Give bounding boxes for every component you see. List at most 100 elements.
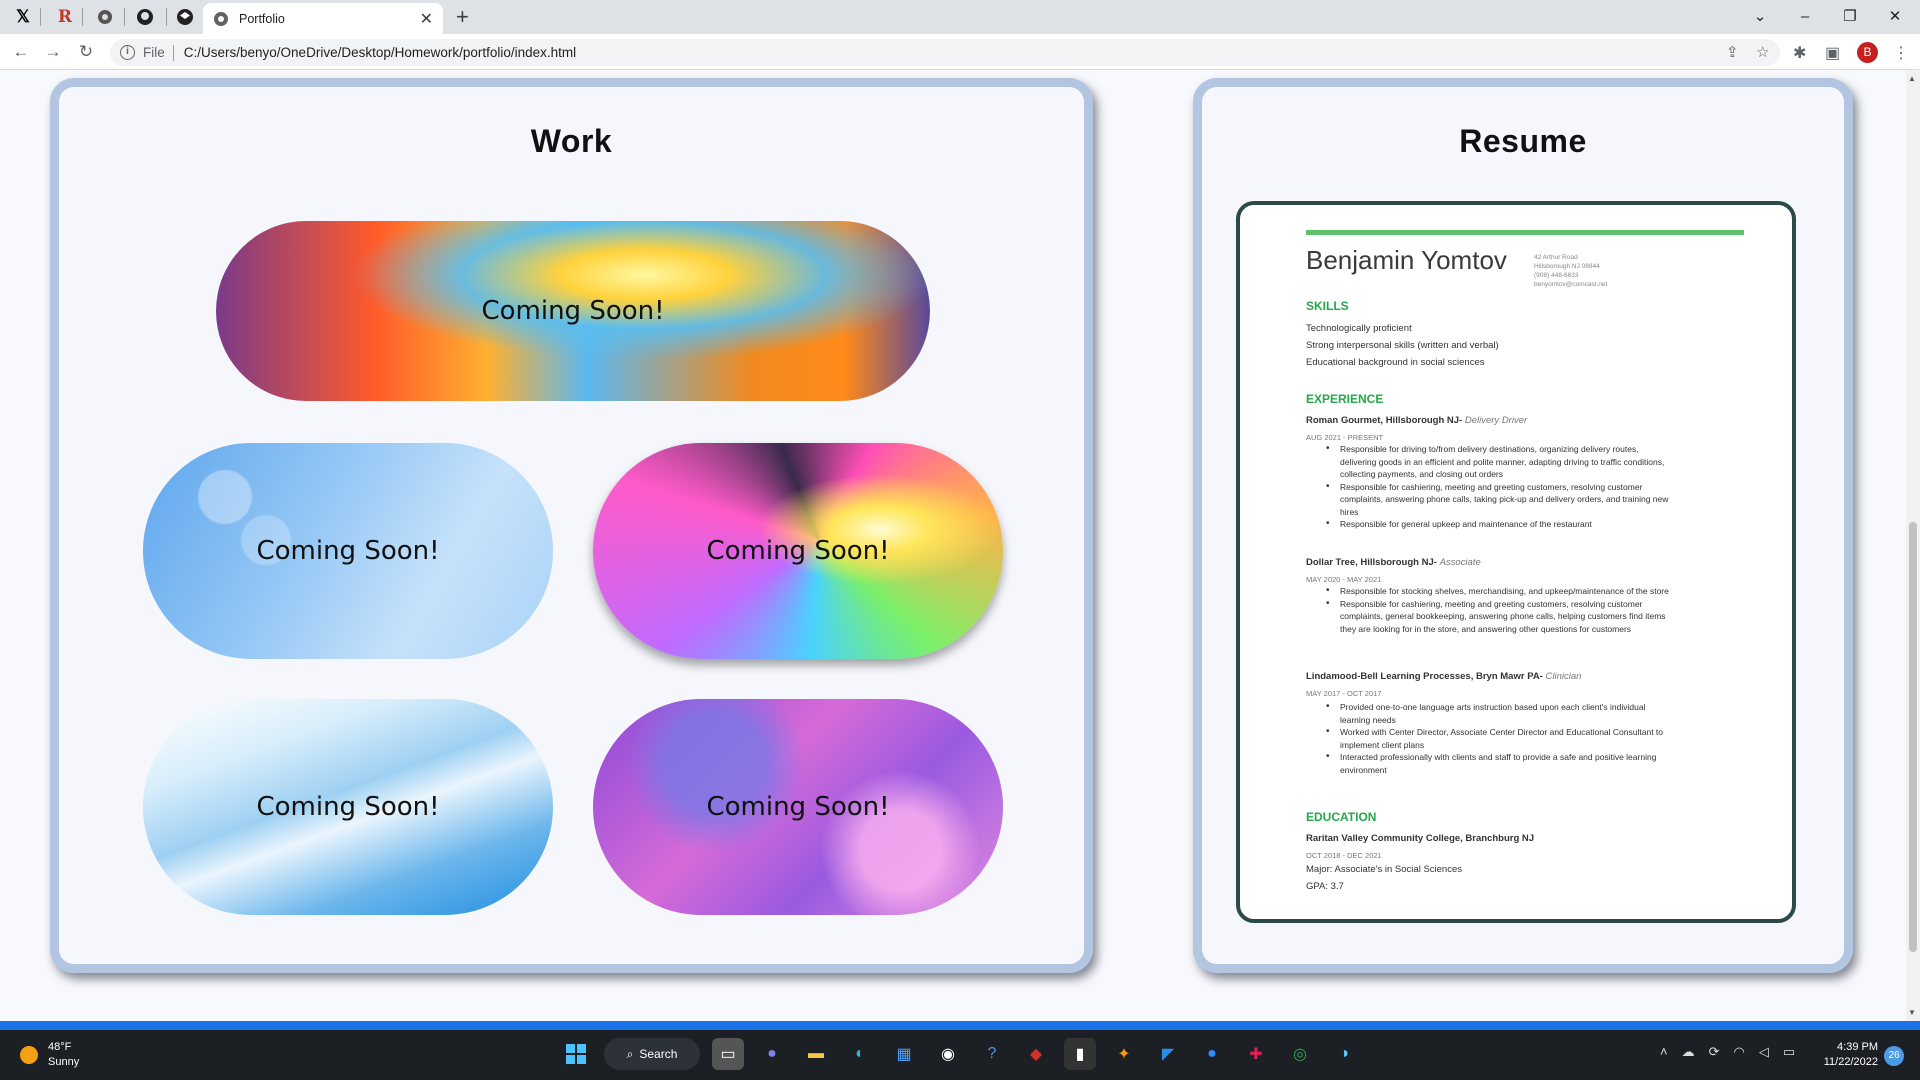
tab-separator: [40, 8, 41, 26]
job-role: Delivery Driver: [1464, 415, 1528, 426]
page-bottom-bar: [0, 1021, 1920, 1030]
project-label: Coming Soon!: [256, 792, 440, 822]
date: 11/22/2022: [1823, 1056, 1878, 1068]
project-label: Coming Soon!: [706, 536, 890, 566]
school-name: Raritan Valley Community College, Branch…: [1306, 833, 1535, 844]
tab-separator: [124, 8, 125, 26]
r-icon[interactable]: R: [48, 4, 82, 30]
minimize-button[interactable]: –: [1785, 4, 1825, 30]
wifi-icon[interactable]: ◠: [1734, 1044, 1745, 1060]
battery-icon[interactable]: ▭: [1783, 1044, 1795, 1060]
close-icon[interactable]: ✕: [420, 9, 433, 29]
vscode-icon[interactable]: ◤: [1152, 1038, 1184, 1070]
cloud-icon[interactable]: ☁: [1682, 1044, 1695, 1060]
list-item: Responsible for cashiering, meeting and …: [1326, 481, 1670, 519]
resume-panel: Resume Benjamin Yomtov 42 Arthur Road Hi…: [1193, 78, 1853, 973]
reload-button[interactable]: ↻: [75, 42, 97, 62]
mcafee-icon[interactable]: ◆: [1020, 1038, 1052, 1070]
new-tab-button[interactable]: +: [456, 4, 469, 30]
education-details: Major: Associate's in Social Sciences GP…: [1306, 861, 1462, 895]
project-card[interactable]: Coming Soon!: [593, 443, 1003, 659]
avatar[interactable]: B: [1857, 42, 1878, 63]
sync-icon[interactable]: ⟳: [1709, 1044, 1720, 1060]
x-icon[interactable]: 𝕏: [6, 4, 40, 30]
close-window-button[interactable]: ✕: [1875, 4, 1915, 30]
scroll-up-icon[interactable]: ▲: [1908, 74, 1916, 83]
job-role: Clinician: [1545, 671, 1582, 682]
skills-heading: SKILLS: [1306, 299, 1349, 313]
globe-icon: [214, 11, 228, 26]
time: 4:39 PM: [1837, 1041, 1878, 1053]
globe-icon[interactable]: [88, 4, 122, 30]
resume-document[interactable]: Benjamin Yomtov 42 Arthur Road Hillsboro…: [1236, 201, 1796, 923]
tab-search-button[interactable]: ⌄: [1740, 4, 1780, 30]
skill-item: Technologically proficient: [1306, 323, 1412, 334]
scroll-down-icon[interactable]: ▼: [1908, 1008, 1916, 1017]
info-icon[interactable]: i: [120, 45, 135, 60]
skills-list: Technologically proficient Strong interp…: [1306, 320, 1499, 371]
codepen-icon[interactable]: [168, 4, 202, 30]
job-title: Dollar Tree, Hillsborough NJ- Associate: [1306, 557, 1481, 568]
list-item: Provided one-to-one language arts instru…: [1326, 701, 1670, 726]
job-dates: MAY 2020 - MAY 2021: [1306, 575, 1382, 584]
work-title: Work: [530, 123, 613, 159]
header-rule: [1306, 230, 1744, 235]
contact-line: Hillsborough NJ 08844: [1534, 263, 1600, 270]
back-button[interactable]: ←: [10, 42, 32, 62]
github-icon[interactable]: [128, 4, 162, 30]
maximize-button[interactable]: ❐: [1830, 4, 1870, 30]
search-icon: ⌕: [626, 1046, 634, 1061]
project-card[interactable]: Coming Soon!: [593, 699, 1003, 915]
browser-icon[interactable]: ◑: [1328, 1038, 1360, 1070]
tab-separator: [166, 8, 167, 26]
menu-icon[interactable]: ⋮: [1893, 43, 1909, 63]
list-item: Worked with Center Director, Associate C…: [1326, 726, 1670, 751]
file-explorer-icon[interactable]: ▬: [800, 1038, 832, 1070]
project-card[interactable]: Coming Soon!: [143, 699, 553, 915]
tab-title: Portfolio: [239, 11, 285, 26]
chevron-up-icon[interactable]: ˄: [1660, 1044, 1668, 1060]
edge-icon[interactable]: ◐: [844, 1038, 876, 1070]
weather-condition: Sunny: [48, 1056, 80, 1068]
resume-title: Resume: [1459, 123, 1587, 159]
store-icon[interactable]: ▦: [888, 1038, 920, 1070]
project-card[interactable]: Coming Soon!: [143, 443, 553, 659]
zoom-icon[interactable]: ●: [1196, 1038, 1228, 1070]
job-bullets: Responsible for stocking shelves, mercha…: [1326, 585, 1670, 635]
notification-badge[interactable]: 26: [1884, 1046, 1904, 1066]
chrome-icon[interactable]: ◎: [1284, 1038, 1316, 1070]
teams-icon[interactable]: ●: [756, 1038, 788, 1070]
toolbar: ← → ↻ i File C:/Users/benyo/OneDrive/Des…: [0, 34, 1920, 70]
job-dates: MAY 2017 - OCT 2017: [1306, 689, 1382, 698]
major: Major: Associate's in Social Sciences: [1306, 864, 1462, 875]
list-item: Responsible for stocking shelves, mercha…: [1326, 585, 1670, 598]
slack-icon[interactable]: ✚: [1240, 1038, 1272, 1070]
github-desktop-icon[interactable]: ◉: [932, 1038, 964, 1070]
gpa: GPA: 3.7: [1306, 881, 1344, 892]
tab-portfolio[interactable]: Portfolio ✕: [203, 3, 443, 34]
terminal-icon[interactable]: ▮: [1064, 1038, 1096, 1070]
search-button[interactable]: ⌕ Search: [604, 1038, 700, 1070]
forward-button[interactable]: →: [42, 42, 64, 62]
star-icon[interactable]: ☆: [1756, 43, 1769, 61]
share-icon[interactable]: ⇪: [1726, 43, 1739, 61]
address-bar[interactable]: i File C:/Users/benyo/OneDrive/Desktop/H…: [110, 39, 1780, 66]
gitkraken-icon[interactable]: ✦: [1108, 1038, 1140, 1070]
project-card[interactable]: Coming Soon!: [216, 221, 930, 401]
help-icon[interactable]: ?: [976, 1038, 1008, 1070]
clock[interactable]: 4:39 PM 11/22/2022: [1812, 1040, 1878, 1070]
list-item: Responsible for general upkeep and maint…: [1326, 518, 1670, 531]
weather-widget[interactable]: 48°F Sunny: [20, 1040, 79, 1070]
volume-icon[interactable]: ◁: [1759, 1044, 1769, 1060]
extensions-icon[interactable]: ✱: [1793, 43, 1806, 63]
start-icon[interactable]: [560, 1038, 592, 1070]
experience-heading: EXPERIENCE: [1306, 392, 1384, 406]
job-dates: AUG 2021 - PRESENT: [1306, 433, 1384, 442]
temperature: 48°F: [48, 1041, 72, 1053]
task-view-icon[interactable]: ▭: [712, 1038, 744, 1070]
scrollbar[interactable]: ▲ ▼: [1906, 70, 1920, 1021]
address-url[interactable]: C:/Users/benyo/OneDrive/Desktop/Homework…: [184, 45, 576, 60]
side-panel-icon[interactable]: ▣: [1825, 43, 1840, 63]
project-label: Coming Soon!: [256, 536, 440, 566]
scrollbar-thumb[interactable]: [1909, 522, 1917, 952]
